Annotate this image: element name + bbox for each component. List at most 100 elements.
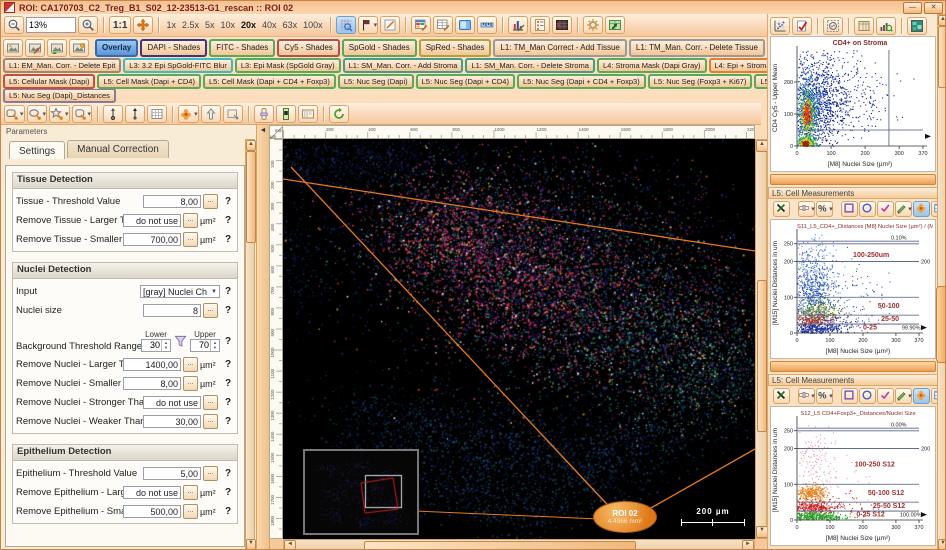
dropdown-caret-icon[interactable]: ▾ xyxy=(811,205,815,213)
param-input-input[interactable]: [gray] Nuclei Ch▼ xyxy=(140,285,220,298)
help-button[interactable]: ? xyxy=(222,335,234,348)
view-tab-spgold-shades[interactable]: SpGold - Shades xyxy=(342,39,417,57)
edit-annotation-button[interactable] xyxy=(380,16,400,34)
panel-divider-bar[interactable] xyxy=(770,361,936,372)
range-slider-button[interactable]: ▾ xyxy=(798,201,815,217)
anchor-button[interactable] xyxy=(103,105,123,123)
view-tab-dapi-shades[interactable]: DAPI - Shades xyxy=(140,39,207,57)
pan-button[interactable] xyxy=(133,16,153,34)
help-button[interactable]: ? xyxy=(222,486,234,499)
param-input-epithelium-threshold-value[interactable]: 5,00 xyxy=(143,467,201,480)
view-tab-l5-cell-mask-dapi-cd4[interactable]: L5: Cell Mask (Dapi + CD4) xyxy=(97,74,201,90)
checklist-button[interactable] xyxy=(530,16,550,34)
dropdown-caret-icon[interactable]: ▾ xyxy=(20,110,24,118)
scroll-up-icon[interactable]: ▲ xyxy=(246,140,256,151)
viewer-vertical-scrollbar[interactable]: ▲ ▼ xyxy=(755,139,767,539)
dropdown-caret-icon[interactable]: ▾ xyxy=(65,110,69,118)
settings-button[interactable] xyxy=(583,16,603,34)
zoom-preset-10x[interactable]: 10x xyxy=(219,20,238,30)
close-measurement-button[interactable] xyxy=(773,201,790,217)
spinner-arrows-icon[interactable]: ▲▼ xyxy=(161,340,170,351)
ellipse-gate-button[interactable] xyxy=(859,201,876,217)
percent-button[interactable]: %▾ xyxy=(816,201,833,217)
confirm-gate-button[interactable] xyxy=(877,201,894,217)
roi-freehand-button[interactable]: ▾ xyxy=(72,105,93,123)
dropdown-caret-icon[interactable]: ▾ xyxy=(829,392,833,400)
param-input-nuclei-size[interactable]: 8 xyxy=(143,304,201,317)
roi-ellipse-button[interactable]: ▾ xyxy=(27,105,48,123)
scroll-down-icon[interactable]: ▼ xyxy=(246,539,256,550)
scrollbar-thumb[interactable] xyxy=(938,26,946,88)
view-tab-l3-3-2-epi-spgold-fitc-blur[interactable]: L3: 3.2 Epi SpGold-FITC Blur xyxy=(123,58,233,74)
more-options-button[interactable]: ... xyxy=(203,395,218,410)
view-tab-fitc-shades[interactable]: FITC - Shades xyxy=(209,39,275,57)
zoom-out-button[interactable] xyxy=(4,16,24,34)
rect-gate-button[interactable] xyxy=(841,201,858,217)
image-viewport[interactable]: ROI 02 4.4966 mm² 200 µm xyxy=(283,139,755,539)
dropdown-caret-icon[interactable]: ▾ xyxy=(194,110,198,118)
dropdown-caret-icon[interactable]: ▾ xyxy=(43,110,47,118)
help-button[interactable]: ? xyxy=(222,285,234,298)
zoom-preset-40x[interactable]: 40x xyxy=(260,20,279,30)
cluster-gate-button[interactable] xyxy=(913,388,930,404)
zoom-preset-5x[interactable]: 5x xyxy=(203,20,217,30)
help-button[interactable]: ? xyxy=(222,377,234,390)
vertical-slider-button[interactable] xyxy=(254,105,274,123)
draw-gate-button[interactable]: ▾ xyxy=(895,201,912,217)
overview-minimap[interactable] xyxy=(303,449,419,535)
view-tab-l5-nuc-seg-dapi[interactable]: L5: Nuc Seg (Dapi) xyxy=(338,74,414,90)
more-options-button[interactable]: ... xyxy=(183,485,198,500)
chart-edit-button[interactable] xyxy=(508,16,528,34)
scrollbar-thumb[interactable] xyxy=(757,280,767,432)
gating-button[interactable] xyxy=(823,17,843,35)
help-button[interactable]: ? xyxy=(222,358,234,371)
export-table-button[interactable] xyxy=(605,16,625,34)
spinner-arrows-icon[interactable]: ▲▼ xyxy=(210,340,219,351)
view-tab-l1-tm-man-correct-add-tissue[interactable]: L1: TM_Man Correct - Add Tissue xyxy=(493,39,626,57)
channel-table-button[interactable] xyxy=(411,16,431,34)
annotation-flag-button[interactable]: ▾ xyxy=(358,16,379,34)
chart-zoom-button[interactable] xyxy=(876,17,896,35)
view-tab-l1-tm-man-corr-delete-tissue[interactable]: L1: TM_Man. Corr. - Delete Tissue xyxy=(629,39,765,57)
more-options-button[interactable]: ... xyxy=(183,232,198,247)
scrollbar-thumb[interactable] xyxy=(364,541,636,550)
view-tab-spred-shades[interactable]: SpRed - Shades xyxy=(419,39,492,57)
scroll-left-icon[interactable]: ◄ xyxy=(284,540,296,550)
move-up-button[interactable] xyxy=(201,105,221,123)
scroll-right-icon[interactable]: ► xyxy=(742,540,754,550)
validate-button[interactable] xyxy=(792,17,812,35)
dropdown-caret-icon[interactable]: ▾ xyxy=(908,392,912,400)
scatter-plot-s12-distances[interactable] xyxy=(771,407,933,543)
more-options-button[interactable]: ... xyxy=(203,414,218,429)
zoom-preset-1x[interactable]: 1x xyxy=(164,20,178,30)
dropdown-caret-icon[interactable]: ▾ xyxy=(88,110,92,118)
param-input-remove-nuclei-larger-than[interactable]: 1400,00 xyxy=(123,358,181,371)
color-view-button[interactable] xyxy=(907,17,927,35)
more-options-button[interactable]: ... xyxy=(203,194,218,209)
view-tab-l5-nuc-seg-dapi-cd4-foxp3[interactable]: L5: Nuc Seg (Dapi + CD4 + Foxp3) xyxy=(517,74,646,90)
zoom-preset-100x[interactable]: 100x xyxy=(301,20,325,30)
more-options-button[interactable]: ... xyxy=(203,303,218,318)
param-input-remove-nuclei-weaker-than[interactable]: 30,00 xyxy=(143,415,201,428)
measurement-table-button[interactable] xyxy=(854,17,874,35)
parameters-tab-manual-correction[interactable]: Manual Correction xyxy=(67,140,169,158)
image-annotate-button[interactable] xyxy=(25,39,45,57)
view-tab-cy5-shades[interactable]: Cy5 - Shades xyxy=(277,39,339,57)
parameters-tab-settings[interactable]: Settings xyxy=(9,141,65,159)
help-button[interactable]: ? xyxy=(222,396,234,409)
more-options-button[interactable]: ... xyxy=(183,376,198,391)
rect-arrow-button[interactable] xyxy=(223,105,243,123)
panel-view-button[interactable] xyxy=(455,16,475,34)
more-options-button[interactable]: ... xyxy=(183,357,198,372)
image-swap-button[interactable] xyxy=(47,39,67,57)
more-options-button[interactable]: ... xyxy=(183,504,198,519)
help-button[interactable]: ? xyxy=(222,195,234,208)
zoom-preset-2.5x[interactable]: 2.5x xyxy=(180,20,201,30)
ellipse-gate-button[interactable] xyxy=(859,388,876,404)
view-tab-overlay[interactable]: Overlay xyxy=(95,39,138,57)
panel-divider-bar[interactable] xyxy=(770,174,936,185)
data-table-button[interactable] xyxy=(552,16,572,34)
help-button[interactable]: ? xyxy=(222,214,234,227)
scrollbar-thumb[interactable] xyxy=(246,151,256,243)
view-tab-l5-nuc-seg-foxp3-ki67[interactable]: L5: Nuc Seg (Foxp3 + Ki67) xyxy=(648,74,753,90)
